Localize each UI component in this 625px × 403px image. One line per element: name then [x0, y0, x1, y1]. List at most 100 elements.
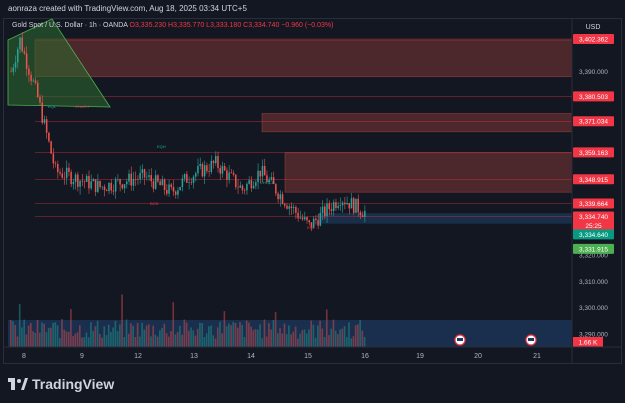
volume-bar [208, 326, 210, 347]
volume-bar [110, 331, 112, 347]
candle-body [337, 205, 339, 208]
candle-body [25, 53, 28, 69]
volume-bar [147, 324, 150, 347]
candle-body [19, 37, 21, 50]
ohlc-values: O3,335.230 H3,335.770 L3,333.180 C3,334.… [129, 22, 334, 29]
volume-bar [74, 333, 77, 347]
event-flag-mark-1 [528, 338, 534, 341]
volume-bar [294, 326, 297, 347]
candle-body [48, 132, 50, 142]
symbol-name: Gold Spot / U.S. Dollar · 1h · OANDA [12, 22, 128, 29]
price-label-9: 3,331.915 [579, 246, 608, 253]
candle-body [150, 175, 152, 182]
volume-bar [54, 322, 57, 347]
volume-bar [219, 321, 221, 347]
volume-bar [156, 336, 159, 347]
volume-bar [12, 321, 14, 347]
volume-bar [87, 337, 90, 347]
chart-svg[interactable]: EQL CHoCHEQHBOSCHOCHEQL3,290.0003,300.000… [0, 0, 625, 403]
candle-body [45, 119, 48, 133]
volume-bar [167, 336, 170, 347]
candle-body [74, 174, 77, 182]
volume-bar [185, 322, 188, 347]
x-tick-2: 12 [134, 353, 142, 360]
candle-body [166, 189, 168, 194]
candle-body [259, 170, 262, 177]
volume-bar [85, 332, 88, 347]
volume-bar [76, 332, 79, 347]
candle-body [88, 175, 90, 189]
tradingview-brand[interactable]: TradingView [8, 376, 114, 392]
candle-body [261, 166, 264, 177]
volume-bar [125, 319, 128, 347]
candle-body [114, 179, 117, 192]
annotation-2: EQH [157, 144, 166, 149]
volume-bar [152, 325, 155, 347]
volume-bar [334, 330, 337, 347]
candle-body [335, 202, 337, 208]
volume-bar [328, 335, 330, 347]
candle-body [263, 166, 266, 176]
currency-label[interactable]: USD [579, 22, 607, 34]
x-tick-1: 9 [80, 353, 84, 360]
volume-bar [10, 320, 12, 347]
candle-body [170, 184, 173, 187]
candle-body [77, 174, 79, 187]
candle-body [286, 205, 288, 209]
annotation-1: CHoCH [75, 104, 89, 109]
candle-body [228, 172, 230, 180]
candle-body [183, 174, 186, 179]
volume-bar [107, 324, 110, 347]
x-tick-7: 19 [416, 353, 424, 360]
volume-bar [310, 320, 312, 347]
volume-bar [56, 325, 59, 347]
volume-bar [14, 324, 17, 347]
candle-body [237, 187, 239, 188]
volume-bar [30, 323, 32, 347]
candle-body [83, 181, 86, 182]
candle-body [126, 181, 128, 185]
candle-body [103, 186, 106, 191]
volume-bar [36, 320, 39, 347]
candle-body [208, 171, 210, 172]
candle-body [121, 184, 124, 189]
volume-bar [205, 333, 208, 347]
volume-bar [285, 334, 288, 347]
volume-bar [245, 320, 248, 347]
candle-body [110, 182, 112, 191]
volume-bar [101, 337, 103, 347]
volume-bar [330, 328, 333, 347]
candle-body [57, 164, 59, 173]
volume-bar [50, 327, 52, 347]
volume-bar [165, 333, 168, 347]
candle-body [188, 182, 190, 183]
volume-bar [261, 338, 264, 347]
candle-body [206, 165, 208, 172]
candle-body [223, 166, 226, 171]
candle-body [90, 181, 92, 189]
candle-body [297, 212, 299, 219]
candle-body [235, 174, 237, 188]
candle-body [194, 173, 197, 177]
volume-bar [290, 334, 292, 347]
candle-body [277, 193, 279, 200]
candle-body [61, 173, 63, 178]
volume-bar [163, 323, 166, 347]
volume-bar [221, 333, 223, 347]
volume-bar [105, 335, 108, 347]
volume-bar [32, 331, 34, 347]
symbol-legend[interactable]: Gold Spot / U.S. Dollar · 1h · OANDA O3,… [12, 22, 333, 29]
candle-body [199, 163, 201, 166]
candle-body [346, 202, 348, 205]
candle-body [94, 179, 97, 192]
candle-body [248, 180, 250, 184]
volume-bar [67, 331, 70, 347]
candle-body [350, 198, 353, 209]
candle-body [43, 119, 46, 123]
volume-bar [103, 326, 106, 347]
candle-body [143, 169, 146, 178]
volume-bar [352, 336, 355, 347]
volume-bar [203, 337, 206, 347]
candle-body [54, 163, 57, 165]
candle-body [97, 180, 99, 192]
